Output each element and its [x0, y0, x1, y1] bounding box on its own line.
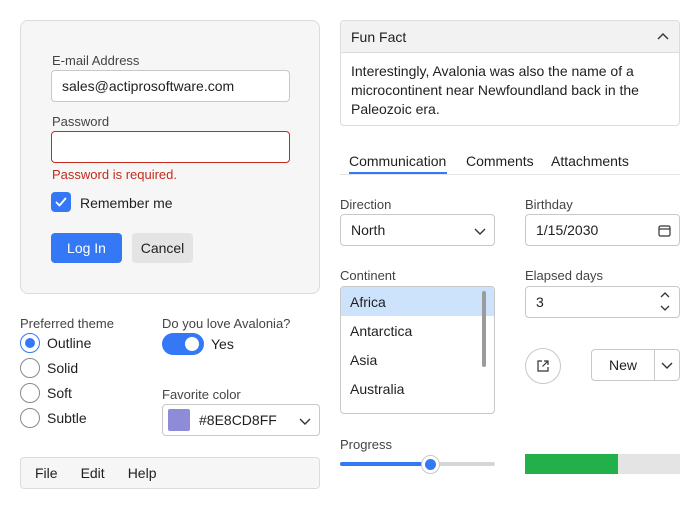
new-dropdown-button[interactable]: [655, 350, 679, 380]
love-toggle[interactable]: [162, 333, 204, 355]
password-error: Password is required.: [52, 167, 177, 182]
progress-slider-thumb[interactable]: [421, 455, 441, 474]
login-button[interactable]: Log In: [51, 233, 122, 263]
list-item[interactable]: Europe: [341, 403, 494, 414]
chevron-up-icon[interactable]: [660, 291, 670, 299]
active-tab-indicator: [349, 172, 447, 174]
radio-label: Soft: [47, 385, 72, 401]
cancel-button[interactable]: Cancel: [132, 233, 193, 263]
chevron-down-icon: [299, 418, 311, 425]
menu-file[interactable]: File: [35, 465, 58, 481]
direction-value: North: [351, 222, 386, 238]
list-item[interactable]: Africa: [341, 287, 494, 316]
theme-label: Preferred theme: [20, 316, 114, 331]
elapsed-days-spinner[interactable]: 3: [525, 286, 680, 318]
progress-bar: [525, 454, 680, 474]
expander-title: Fun Fact: [351, 28, 407, 45]
chevron-up-icon[interactable]: [657, 32, 669, 42]
radio-button[interactable]: [20, 333, 40, 353]
chevron-down-icon: [661, 362, 673, 369]
progress-label: Progress: [340, 437, 393, 452]
list-item[interactable]: Antarctica: [341, 316, 494, 345]
checkmark-icon: [55, 197, 67, 207]
radio-button[interactable]: [20, 408, 40, 428]
toggle-knob: [185, 337, 199, 351]
fun-fact-expander: Fun Fact Interestingly, Avalonia was als…: [340, 20, 680, 126]
birthday-value: 1/15/2030: [536, 222, 599, 238]
menu-edit[interactable]: Edit: [81, 465, 105, 481]
list-item[interactable]: Asia: [341, 345, 494, 374]
menu-help[interactable]: Help: [128, 465, 157, 481]
expander-header[interactable]: Fun Fact: [341, 21, 679, 53]
color-value: #8E8CD8FF: [199, 412, 277, 428]
email-label: E-mail Address: [52, 53, 140, 68]
remember-checkbox[interactable]: [51, 192, 71, 212]
radio-button[interactable]: [20, 358, 40, 378]
scrollbar-thumb[interactable]: [482, 291, 486, 367]
love-label: Do you love Avalonia?: [162, 316, 291, 331]
email-field[interactable]: sales@actiprosoftware.com: [51, 70, 290, 102]
continent-label: Continent: [340, 268, 396, 283]
radio-label: Outline: [47, 335, 92, 351]
radio-label: Subtle: [47, 410, 87, 426]
password-field[interactable]: [51, 131, 290, 163]
direction-label: Direction: [340, 197, 392, 212]
radio-label: Solid: [47, 360, 79, 376]
birthday-label: Birthday: [525, 197, 573, 212]
progress-bar-fill: [525, 454, 618, 474]
expander-body: Interestingly, Avalonia was also the nam…: [351, 63, 639, 117]
external-link-icon: [537, 360, 549, 372]
tab-comments[interactable]: Comments: [466, 153, 534, 169]
favorite-color-label: Favorite color: [162, 387, 241, 402]
list-item[interactable]: Australia: [341, 374, 494, 403]
tab-communication[interactable]: Communication: [349, 153, 446, 169]
direction-combo[interactable]: North: [340, 214, 495, 246]
birthday-picker[interactable]: 1/15/2030: [525, 214, 680, 246]
new-button[interactable]: New: [592, 350, 655, 380]
remember-label: Remember me: [80, 195, 173, 211]
chevron-down-icon[interactable]: [660, 304, 670, 312]
radio-button[interactable]: [20, 383, 40, 403]
menu-bar: File Edit Help: [20, 457, 320, 489]
password-label: Password: [52, 114, 110, 129]
tab-strip: Communication Comments Attachments: [340, 150, 680, 175]
tab-attachments[interactable]: Attachments: [551, 153, 629, 169]
progress-slider-fill: [340, 462, 432, 466]
chevron-down-icon: [474, 228, 486, 235]
login-card: E-mail Address sales@actiprosoftware.com…: [20, 20, 320, 294]
love-value: Yes: [211, 336, 234, 352]
calendar-icon[interactable]: [658, 224, 671, 237]
elapsed-days-label: Elapsed days: [525, 268, 604, 283]
elapsed-days-value: 3: [536, 294, 544, 310]
color-swatch: [168, 409, 190, 431]
color-picker[interactable]: #8E8CD8FF: [162, 404, 320, 436]
continent-listbox[interactable]: Africa Antarctica Asia Australia Europe: [340, 286, 495, 414]
new-split-button: New: [591, 349, 680, 381]
open-external-button[interactable]: [525, 348, 561, 384]
